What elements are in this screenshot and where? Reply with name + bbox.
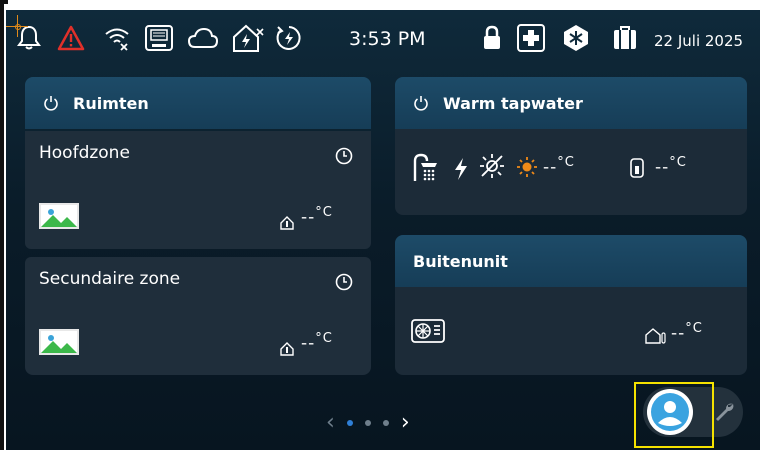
outdoor-unit-header: Buitenunit: [395, 235, 747, 287]
warning-icon[interactable]: [56, 24, 86, 52]
cloud-icon[interactable]: [186, 24, 220, 52]
medical-icon[interactable]: [514, 24, 548, 52]
zone-name: Secundaire zone: [39, 269, 181, 289]
hot-water-temp-2: --°C: [655, 155, 687, 178]
outdoor-unit-title: Buitenunit: [413, 251, 508, 271]
shower-icon: [413, 153, 437, 181]
zone-temperature: --°C: [301, 205, 333, 228]
status-time: 3:53 PM: [349, 28, 426, 50]
outdoor-temperature: --°C: [671, 321, 703, 344]
status-bar: 3:53 PM 22 Juli 2025: [6, 10, 760, 68]
previous-page-button[interactable]: ‹: [326, 410, 335, 435]
zone-image-icon: [39, 329, 79, 355]
power-icon[interactable]: [413, 95, 429, 111]
hot-water-header[interactable]: Warm tapwater: [395, 77, 747, 129]
indoor-temp-icon: [280, 342, 294, 356]
frame-border: [0, 0, 4, 450]
zone-temperature: --°C: [301, 331, 333, 354]
zone-image-icon: [39, 203, 79, 229]
status-date: 22 Juli 2025: [654, 32, 744, 50]
zone-name: Hoofdzone: [39, 143, 130, 163]
highlight-box: [634, 382, 714, 448]
wifi-off-icon[interactable]: [102, 24, 132, 52]
luggage-icon[interactable]: [610, 24, 640, 52]
next-page-button[interactable]: ›: [401, 410, 410, 435]
zone-card-main[interactable]: Hoofdzone --°C: [25, 131, 371, 249]
zone-card-secondary[interactable]: Secundaire zone --°C: [25, 257, 371, 375]
page-indicator: ‹ ›: [326, 410, 410, 435]
network-module-icon[interactable]: [142, 24, 176, 52]
sun-icon: [517, 157, 537, 177]
hot-water-temp-1: --°C: [543, 155, 575, 178]
outdoor-unit-icon: [411, 319, 445, 343]
hot-water-panel[interactable]: Warm tapwater --°C --°C: [395, 77, 747, 215]
outdoor-unit-panel[interactable]: Buitenunit --°C: [395, 235, 747, 375]
rooms-panel: Ruimten Hoofdzone --°C Secundaire zone -…: [25, 77, 371, 375]
outdoor-unit-body: --°C: [395, 287, 747, 375]
lightning-icon: [455, 158, 467, 180]
hot-water-title: Warm tapwater: [443, 93, 583, 113]
lock-icon[interactable]: [480, 24, 504, 52]
indoor-temp-icon: [280, 216, 294, 230]
page-dot[interactable]: [364, 419, 371, 426]
rooms-header[interactable]: Ruimten: [25, 77, 371, 129]
page-dot[interactable]: [382, 419, 389, 426]
clock-icon[interactable]: [335, 147, 353, 165]
snowflake-icon[interactable]: [560, 24, 592, 52]
power-icon[interactable]: [43, 95, 59, 111]
home-energy-icon[interactable]: [230, 24, 266, 52]
outdoor-temp-icon: [645, 328, 666, 344]
tank-icon: [630, 158, 644, 178]
clock-icon[interactable]: [335, 273, 353, 291]
frame-border-top: [0, 0, 8, 4]
page-dot[interactable]: [346, 419, 353, 426]
wrench-icon[interactable]: [713, 400, 737, 424]
rooms-title: Ruimten: [73, 93, 149, 113]
cursor-crosshair-center: [15, 24, 21, 30]
hot-water-body: --°C --°C: [395, 129, 747, 215]
sun-off-icon: [480, 154, 504, 178]
power-boost-icon[interactable]: [274, 24, 304, 52]
